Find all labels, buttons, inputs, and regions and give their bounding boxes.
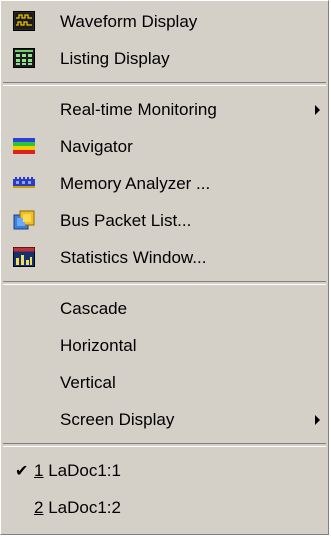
menu-item-screen-display[interactable]: Screen Display bbox=[1, 401, 328, 438]
menu-item-label: Screen Display bbox=[60, 409, 175, 429]
menu-item-label: Memory Analyzer ... bbox=[60, 173, 211, 193]
menu-item-real-time-monitoring[interactable]: Real-time Monitoring bbox=[1, 91, 328, 128]
menu-item-label: 2 LaDoc1:2 bbox=[34, 498, 121, 518]
menu-item-vertical[interactable]: Vertical bbox=[1, 364, 328, 401]
bus-packet-list-icon bbox=[13, 209, 35, 231]
menu-item-bus-packet-list[interactable]: Bus Packet List... bbox=[1, 202, 328, 239]
menu-item-label: Vertical bbox=[60, 372, 116, 392]
checkmark-icon: ✔ bbox=[15, 462, 29, 480]
statistics-window-icon bbox=[13, 246, 35, 268]
menu-item-label: Listing Display bbox=[60, 48, 170, 68]
menu-separator bbox=[3, 82, 326, 86]
menu-item-memory-analyzer[interactable]: Memory Analyzer ... bbox=[1, 165, 328, 202]
menu-item-navigator[interactable]: Navigator bbox=[1, 128, 328, 165]
menu-item-label: Bus Packet List... bbox=[60, 210, 192, 230]
menu-item-listing-display[interactable]: Listing Display bbox=[1, 40, 328, 77]
listing-display-icon bbox=[13, 47, 35, 69]
menu-item-waveform-display[interactable]: Waveform Display bbox=[1, 3, 328, 40]
waveform-display-icon bbox=[13, 10, 35, 32]
menu-separator bbox=[3, 443, 326, 447]
menu-separator bbox=[3, 281, 326, 285]
menu-item-label: Waveform Display bbox=[60, 11, 198, 31]
submenu-arrow-icon bbox=[315, 104, 320, 115]
menu-item-label: Real-time Monitoring bbox=[60, 99, 217, 119]
menu-item-document-2[interactable]: 2 LaDoc1:2 bbox=[1, 489, 328, 526]
menu-item-label: Navigator bbox=[60, 136, 133, 156]
menu-item-document-1[interactable]: ✔ 1 LaDoc1:1 bbox=[1, 452, 328, 489]
document-name: LaDoc1:1 bbox=[43, 460, 121, 480]
menu-item-label: 1 LaDoc1:1 bbox=[34, 461, 121, 481]
submenu-arrow-icon bbox=[315, 414, 320, 425]
navigator-icon bbox=[13, 135, 35, 157]
memory-analyzer-icon bbox=[13, 172, 35, 194]
menu-item-label: Horizontal bbox=[60, 335, 137, 355]
document-name: LaDoc1:2 bbox=[43, 497, 121, 517]
menu-item-horizontal[interactable]: Horizontal bbox=[1, 327, 328, 364]
menu-item-label: Statistics Window... bbox=[60, 247, 207, 267]
menu-item-cascade[interactable]: Cascade bbox=[1, 290, 328, 327]
menu-item-statistics-window[interactable]: Statistics Window... bbox=[1, 239, 328, 276]
menu-item-label: Cascade bbox=[60, 298, 128, 318]
window-menu: Waveform Display Listing Display Real-ti… bbox=[0, 0, 329, 535]
